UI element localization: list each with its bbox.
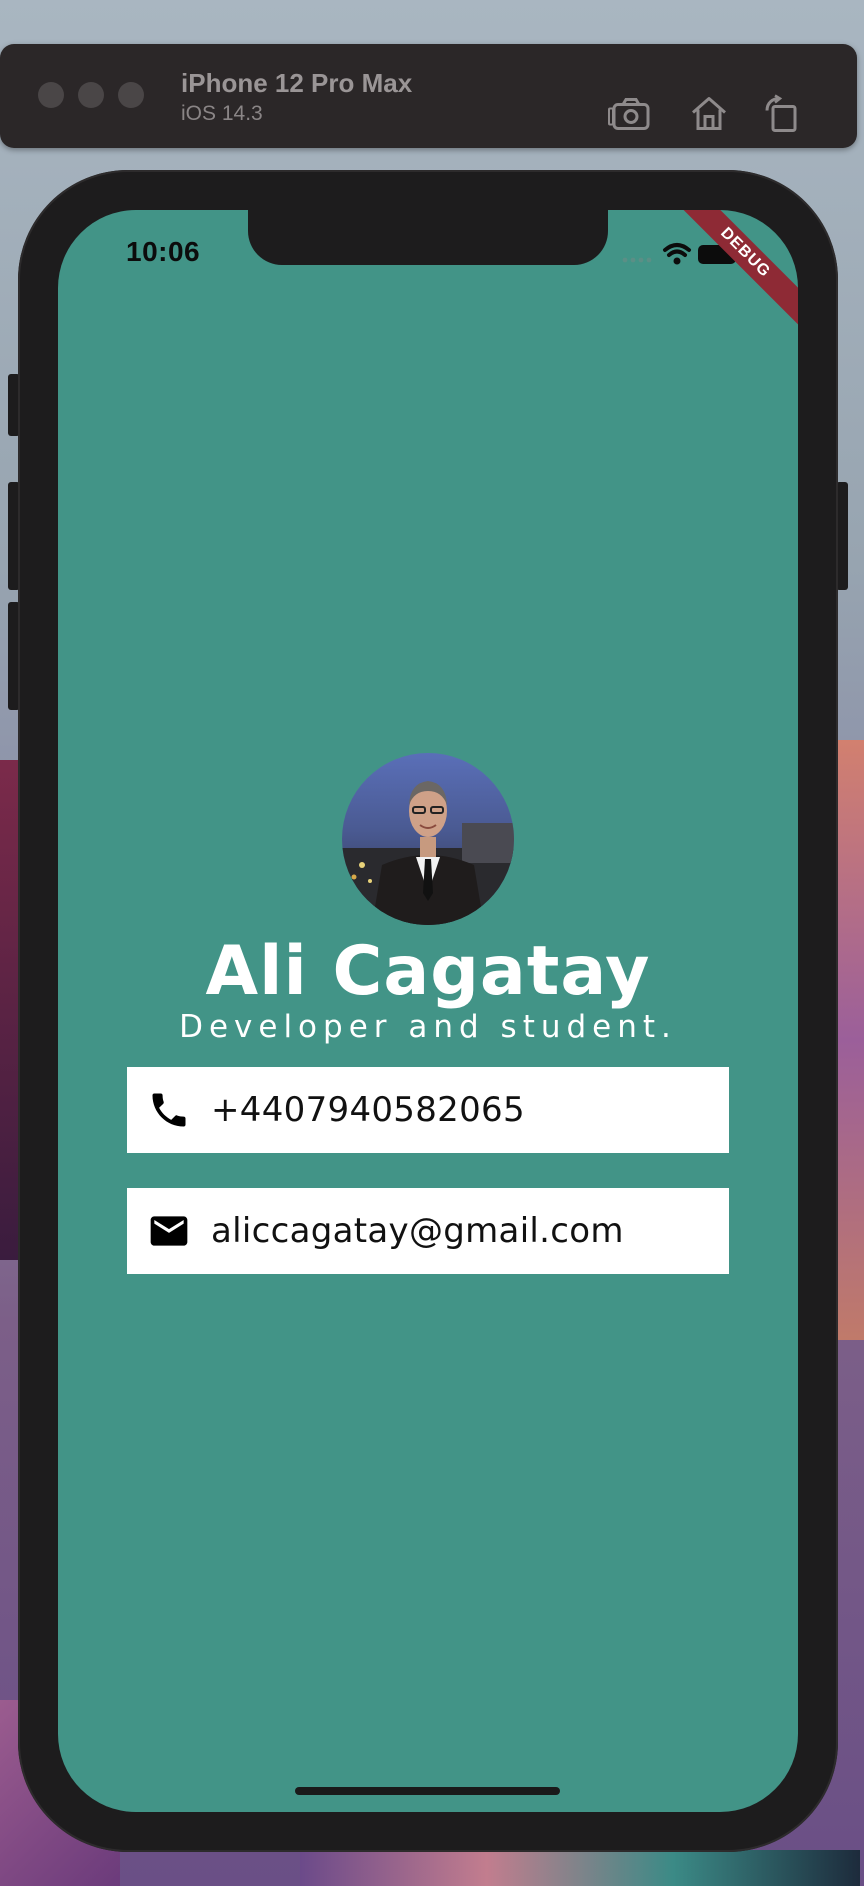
avatar bbox=[342, 753, 514, 925]
device-name: iPhone 12 Pro Max bbox=[181, 68, 413, 98]
phone-icon bbox=[152, 1093, 186, 1127]
home-icon[interactable] bbox=[689, 95, 729, 138]
notch bbox=[248, 210, 608, 265]
cellular-signal-icon bbox=[622, 257, 652, 263]
email-card[interactable]: aliccagatay@gmail.com bbox=[127, 1188, 729, 1274]
window-zoom-button[interactable] bbox=[118, 82, 144, 108]
app-screen: 10:06 DEBUG Ali Cagatay Developer and st… bbox=[58, 210, 798, 1812]
phone-card[interactable]: +4407940582065 bbox=[127, 1067, 729, 1153]
wallpaper-shape bbox=[834, 740, 864, 1340]
rotate-icon[interactable] bbox=[763, 94, 799, 138]
email-address: aliccagatay@gmail.com bbox=[211, 1211, 624, 1251]
profile-name: Ali Cagatay bbox=[205, 932, 651, 1011]
window-minimize-button[interactable] bbox=[78, 82, 104, 108]
os-version: iOS 14.3 bbox=[181, 102, 263, 125]
mail-icon bbox=[150, 1216, 188, 1246]
screenshot-icon[interactable] bbox=[608, 96, 652, 137]
home-indicator[interactable] bbox=[295, 1787, 560, 1795]
wifi-icon bbox=[663, 243, 691, 265]
simulator-toolbar: iPhone 12 Pro Max iOS 14.3 bbox=[0, 44, 857, 148]
window-close-button[interactable] bbox=[38, 82, 64, 108]
phone-number: +4407940582065 bbox=[211, 1090, 525, 1130]
profile-subtitle: Developer and student. bbox=[179, 1009, 677, 1045]
wallpaper-shape bbox=[300, 1850, 860, 1886]
status-time: 10:06 bbox=[126, 236, 201, 267]
